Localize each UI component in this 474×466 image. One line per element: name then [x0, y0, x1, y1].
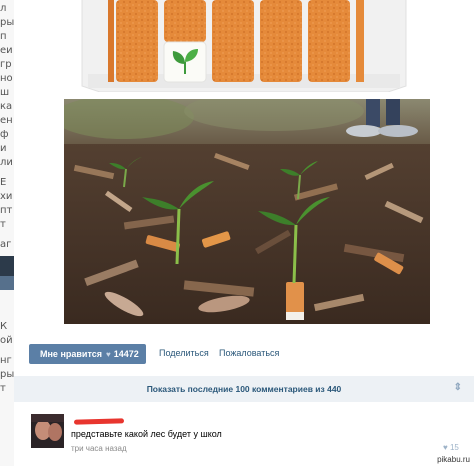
sidebar-fragment[interactable]: ры: [0, 18, 14, 28]
show-comments-bar[interactable]: Показать последние 100 комментариев из 4…: [14, 376, 474, 402]
sidebar-fragment[interactable]: аг: [0, 240, 11, 250]
cigarette-pack-image: [80, 0, 408, 92]
sidebar-fragment[interactable]: и: [0, 144, 7, 154]
sidebar-fragment[interactable]: т: [0, 220, 6, 230]
sidebar-fragment[interactable]: пт: [0, 206, 12, 216]
redacted-author-name: [73, 418, 125, 425]
sidebar-fragment[interactable]: К: [0, 322, 7, 332]
avatar[interactable]: [31, 414, 64, 448]
sidebar-fragment[interactable]: гр: [0, 60, 12, 70]
share-link[interactable]: Поделиться: [159, 348, 209, 358]
like-button[interactable]: Мне нравится ♥ 14472: [29, 344, 146, 364]
watermark: pikabu.ru: [435, 455, 472, 464]
report-link[interactable]: Пожаловаться: [219, 348, 279, 358]
sidebar-fragment[interactable]: еи: [0, 46, 13, 56]
sidebar-fragment[interactable]: ой: [0, 336, 13, 346]
sidebar-fragment[interactable]: п: [0, 32, 7, 42]
sidebar-fragment[interactable]: Е: [0, 178, 6, 188]
like-label: Мне нравится: [40, 349, 102, 359]
comment-time[interactable]: три часа назад: [71, 444, 127, 453]
heart-icon: ♥: [106, 349, 111, 359]
sidebar-fragment[interactable]: ф: [0, 130, 9, 140]
sidebar-fragment[interactable]: л: [0, 4, 6, 14]
sidebar-fragment[interactable]: ры: [0, 370, 14, 380]
sidebar-photo[interactable]: [0, 256, 14, 290]
comment-text: представьте какой лес будет у школ: [71, 429, 222, 439]
sidebar-fragment[interactable]: т: [0, 384, 6, 394]
show-comments-label: Показать последние 100 комментариев из 4…: [146, 384, 342, 394]
arrows-icon[interactable]: ⇕: [454, 382, 462, 393]
comment-like-count: 15: [449, 443, 459, 452]
sidebar-fragment[interactable]: ш: [0, 88, 9, 98]
post-photo[interactable]: [64, 99, 430, 324]
like-count: 14472: [113, 349, 139, 359]
sidebar-fragment[interactable]: ли: [0, 158, 13, 168]
sidebar-fragment[interactable]: хи: [0, 192, 12, 202]
comment-like[interactable]: ♥ 15: [443, 443, 459, 452]
sidebar-fragment[interactable]: нг: [0, 356, 12, 366]
sidebar-fragment[interactable]: но: [0, 74, 13, 84]
sidebar-strip: л ры п еи гр но ш ка ен ф и ли Е хи пт т…: [0, 0, 14, 466]
heart-icon: ♥: [443, 443, 448, 452]
sidebar-fragment[interactable]: ка: [0, 102, 12, 112]
sidebar-fragment[interactable]: ен: [0, 116, 13, 126]
comment-item: представьте какой лес будет у школ три ч…: [14, 404, 474, 466]
